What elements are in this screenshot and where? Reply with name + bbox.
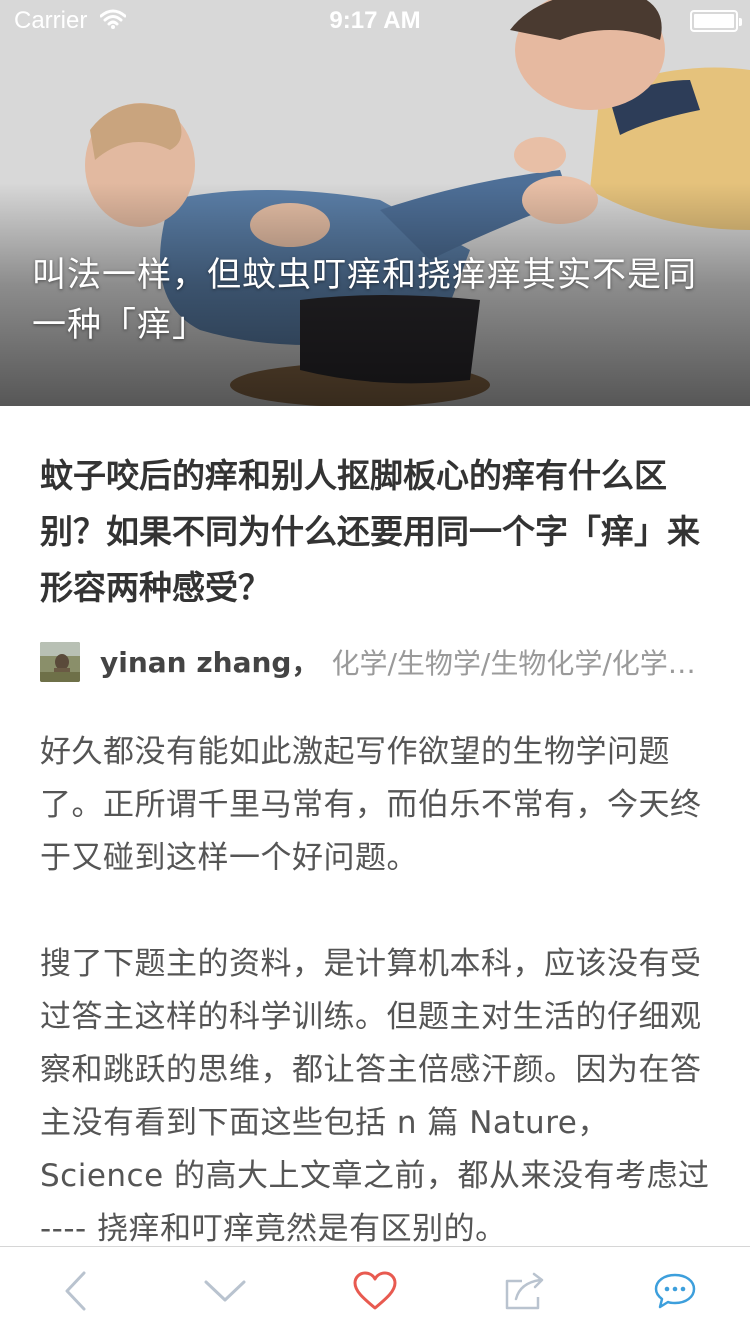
battery-icon — [690, 10, 742, 32]
share-icon — [505, 1272, 544, 1310]
author-row[interactable]: yinan zhang ， 化学/生物学/生物化学/化学生物学 — [40, 642, 710, 682]
author-bio: 化学/生物学/生物化学/化学生物学 — [331, 647, 710, 680]
answer-paragraph: 搜了下题主的资料，是计算机本科，应该没有受过答主这样的科学训练。但题主对生活的仔… — [40, 946, 710, 1246]
author-separator: ， — [291, 647, 320, 680]
bottom-toolbar — [0, 1246, 750, 1334]
back-button[interactable] — [35, 1247, 115, 1334]
answer-paragraph: 好久都没有能如此激起写作欲望的生物学问题了。正所谓千里马常有，而伯乐不常有，今天… — [40, 734, 702, 876]
answer-body: 好久都没有能如此激起写作欲望的生物学问题了。正所谓千里马常有，而伯乐不常有，今天… — [40, 726, 710, 1246]
hero-caption: 叫法一样，但蚊虫叮痒和挠痒痒其实不是同一种「痒」 — [32, 255, 697, 345]
like-button[interactable] — [335, 1247, 415, 1334]
chevron-down-icon — [204, 1280, 246, 1302]
author-name[interactable]: yinan zhang — [100, 646, 291, 679]
comment-button[interactable] — [635, 1247, 715, 1334]
question-title[interactable]: 蚊子咬后的痒和别人抠脚板心的痒有什么区别？如果不同为什么还要用同一个字「痒」来形… — [40, 448, 710, 616]
avatar[interactable] — [40, 642, 80, 682]
article[interactable]: 蚊子咬后的痒和别人抠脚板心的痒有什么区别？如果不同为什么还要用同一个字「痒」来形… — [0, 406, 750, 1246]
hero-image[interactable]: 叫法一样，但蚊虫叮痒和挠痒痒其实不是同一种「痒」 — [0, 0, 750, 406]
heart-icon — [353, 1271, 397, 1310]
share-button[interactable] — [485, 1247, 565, 1334]
clock: 9:17 AM — [329, 7, 421, 34]
next-answer-button[interactable] — [185, 1247, 265, 1334]
status-bar: Carrier 9:17 AM — [0, 0, 750, 40]
comment-icon — [654, 1273, 696, 1309]
chevron-left-icon — [65, 1271, 86, 1311]
